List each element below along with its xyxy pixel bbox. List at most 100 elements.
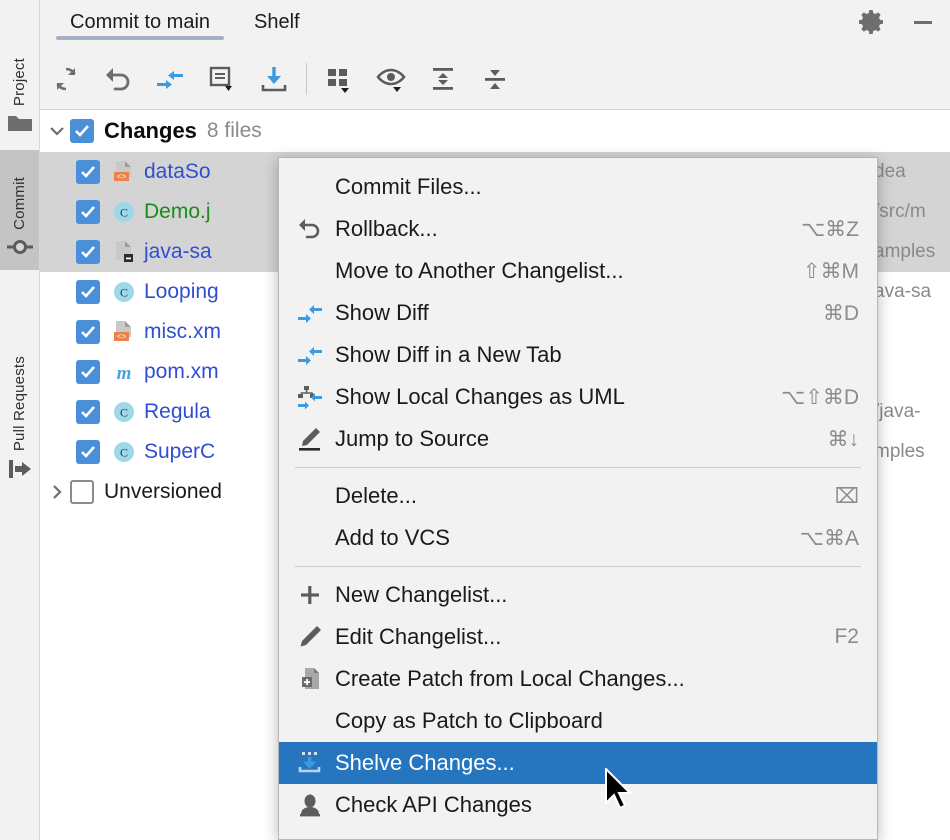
file-checkbox[interactable] <box>76 400 100 424</box>
file-name: Looping <box>144 280 219 304</box>
minimize-icon <box>910 9 936 35</box>
menu-item-label: Shelve Changes... <box>335 750 835 776</box>
file-name: SuperC <box>144 440 215 464</box>
menu-item-show-diff[interactable]: Show Diff ⌘D <box>279 292 877 334</box>
sidebar-item-project[interactable]: Project <box>0 4 39 146</box>
sidebar-item-pull-requests[interactable]: Pull Requests <box>0 278 39 493</box>
svg-text:C: C <box>120 286 128 300</box>
menu-item-shortcut: ⌥⌘A <box>800 526 859 551</box>
chevron-right-icon[interactable] <box>44 483 70 501</box>
file-path: /src/m <box>874 201 926 223</box>
pencil-icon <box>293 624 327 650</box>
file-path: amples <box>874 241 935 263</box>
svg-text:C: C <box>120 406 128 420</box>
menu-separator <box>295 566 861 567</box>
menu-item-copy-as-patch-to-clipboard[interactable]: Copy as Patch to Clipboard <box>279 700 877 742</box>
menu-item-shortcut: ⌥⌘Z <box>801 217 859 242</box>
update-project-button[interactable] <box>248 53 300 105</box>
menu-item-create-patch-from-local-changes[interactable]: Create Patch from Local Changes... <box>279 658 877 700</box>
menu-item-show-diff-in-a-new-tab[interactable]: Show Diff in a New Tab <box>279 334 877 376</box>
tab-label: Commit to main <box>70 11 210 34</box>
file-name: Regula <box>144 400 211 424</box>
commit-message-history-button[interactable] <box>196 53 248 105</box>
menu-item-shelve-changes[interactable]: Shelve Changes... <box>279 742 877 784</box>
sidebar-item-label: Pull Requests <box>11 356 28 451</box>
tab-bar: Commit to main Shelf <box>48 0 322 44</box>
svg-text:<>: <> <box>117 172 127 181</box>
folder-icon <box>7 113 33 138</box>
chevron-down-icon[interactable] <box>44 122 70 140</box>
menu-item-label: Commit Files... <box>335 174 835 200</box>
svg-text:C: C <box>120 446 128 460</box>
menu-item-edit-changelist[interactable]: Edit Changelist... F2 <box>279 616 877 658</box>
menu-item-label: Copy as Patch to Clipboard <box>335 708 835 734</box>
svg-text:m: m <box>117 363 132 384</box>
minimize-button[interactable] <box>910 9 936 35</box>
menu-item-shortcut: F2 <box>834 625 859 649</box>
menu-item-commit-files[interactable]: Commit Files... <box>279 166 877 208</box>
menu-item-show-local-changes-as-uml[interactable]: Show Local Changes as UML ⌥⇧⌘D <box>279 376 877 418</box>
menu-item-shortcut: ⌘D <box>823 301 859 326</box>
file-path: dea <box>874 161 906 183</box>
unversioned-checkbox[interactable] <box>70 480 94 504</box>
module-file-icon <box>110 239 138 265</box>
rollback-icon <box>103 64 133 94</box>
menu-separator <box>295 467 861 468</box>
changelist-name: Changes <box>104 118 197 144</box>
eye-icon <box>376 64 406 94</box>
file-checkbox[interactable] <box>76 280 100 304</box>
tab-shelf[interactable]: Shelf <box>232 0 322 44</box>
file-name: java-sa <box>144 240 212 264</box>
menu-item-move-to-another-changelist[interactable]: Move to Another Changelist... ⇧⌘M <box>279 250 877 292</box>
menu-item-shortcut: ⌘↓ <box>828 427 860 452</box>
update-project-icon <box>259 64 289 94</box>
file-checkbox[interactable] <box>76 160 100 184</box>
expand-all-button[interactable] <box>417 53 469 105</box>
file-checkbox[interactable] <box>76 200 100 224</box>
context-menu[interactable]: Commit Files... Rollback... ⌥⌘Z Move to … <box>278 157 878 840</box>
preview-diff-button[interactable] <box>365 53 417 105</box>
settings-button[interactable] <box>858 9 884 35</box>
changelist-row-changes[interactable]: Changes 8 files <box>40 110 950 152</box>
group-by-button[interactable] <box>313 53 365 105</box>
rollback-button[interactable] <box>92 53 144 105</box>
menu-item-shortcut: ⇧⌘M <box>803 259 859 284</box>
menu-item-label: Show Diff in a New Tab <box>335 342 835 368</box>
commit-tool-header: Commit to main Shelf <box>40 0 950 48</box>
svg-text:C: C <box>120 206 128 220</box>
file-checkbox[interactable] <box>76 240 100 264</box>
toolbar-separator <box>306 63 307 95</box>
menu-item-shortcut: ⌧ <box>835 484 859 509</box>
refresh-changes-button[interactable] <box>40 53 92 105</box>
tab-commit-to-main[interactable]: Commit to main <box>48 0 232 44</box>
collapse-all-icon <box>480 64 510 94</box>
collapse-all-button[interactable] <box>469 53 521 105</box>
menu-item-add-to-vcs[interactable]: Add to VCS ⌥⌘A <box>279 517 877 559</box>
file-name: misc.xm <box>144 320 221 344</box>
menu-item-check-api-changes[interactable]: Check API Changes <box>279 784 877 826</box>
file-checkbox[interactable] <box>76 360 100 384</box>
sidebar-item-commit[interactable]: Commit <box>0 150 39 270</box>
expand-all-icon <box>428 64 458 94</box>
menu-item-delete[interactable]: Delete... ⌧ <box>279 475 877 517</box>
changelist-checkbox[interactable] <box>70 119 94 143</box>
file-name: dataSo <box>144 160 211 184</box>
file-path: /java- <box>874 401 920 423</box>
menu-item-label: Delete... <box>335 483 811 509</box>
header-buttons <box>858 0 936 44</box>
menu-item-new-changelist[interactable]: New Changelist... <box>279 574 877 616</box>
xml-file-icon: <> <box>110 159 138 185</box>
tab-label: Shelf <box>254 11 300 34</box>
group-by-icon <box>324 64 354 94</box>
menu-item-jump-to-source[interactable]: Jump to Source ⌘↓ <box>279 418 877 460</box>
commit-node-icon <box>6 237 34 262</box>
menu-item-label: Show Diff <box>335 300 799 326</box>
file-checkbox[interactable] <box>76 440 100 464</box>
file-checkbox[interactable] <box>76 320 100 344</box>
tool-window-strip: Project Commit Pull Requests <box>0 0 40 840</box>
menu-item-rollback[interactable]: Rollback... ⌥⌘Z <box>279 208 877 250</box>
show-diff-button[interactable] <box>144 53 196 105</box>
xml-file-icon: <> <box>110 319 138 345</box>
menu-item-label: Add to VCS <box>335 525 776 551</box>
menu-item-label: Create Patch from Local Changes... <box>335 666 835 692</box>
